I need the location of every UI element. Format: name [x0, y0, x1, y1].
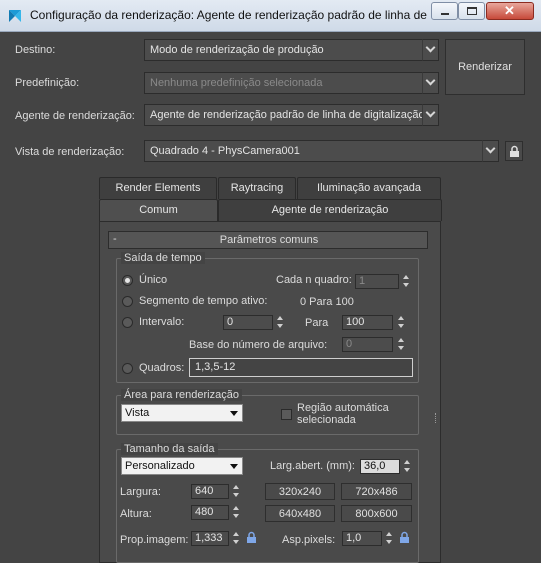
vista-dropdown-button[interactable]	[482, 140, 499, 162]
vista-lock-button[interactable]	[505, 141, 523, 161]
tamanho-title: Tamanho da saída	[121, 443, 218, 455]
intervalo-from-field[interactable]: 0	[223, 315, 273, 330]
lock-icon	[510, 145, 519, 157]
abertura-label: Larg.abert. (mm):	[270, 460, 355, 472]
asp-pixels-field[interactable]: 1,0	[342, 531, 382, 546]
largura-label: Largura:	[120, 486, 161, 498]
base-spinner[interactable]	[397, 337, 406, 352]
scroll-grip-icon[interactable]	[435, 413, 438, 423]
base-field[interactable]: 0	[342, 337, 393, 352]
chevron-down-icon	[425, 42, 436, 53]
predefinicao-dropdown-button[interactable]	[422, 72, 439, 94]
destino-label: Destino:	[15, 44, 56, 56]
3dsmax-logo-icon	[9, 10, 21, 22]
maximize-icon	[467, 7, 477, 15]
unico-label: Único	[139, 274, 168, 286]
render-button[interactable]: Renderizar	[445, 39, 525, 95]
altura-field[interactable]: 480	[191, 505, 229, 520]
chevron-down-icon	[230, 464, 238, 469]
preset-800x600-button[interactable]: 800x600	[341, 505, 412, 522]
chevron-down-icon	[230, 411, 238, 416]
segmento-range: 0 Para 100	[300, 296, 354, 308]
quadros-field[interactable]: 1,3,5-12	[189, 358, 413, 377]
segmento-label: Segmento de tempo ativo:	[139, 295, 268, 307]
prop-imagem-field[interactable]: 1,333	[191, 531, 229, 546]
abertura-spinner[interactable]	[403, 459, 412, 474]
tab-agente-de-renderizacao[interactable]: Agente de renderização	[218, 199, 442, 221]
altura-label: Altura:	[120, 508, 152, 520]
close-icon: ✕	[504, 3, 515, 18]
maximize-button[interactable]	[458, 2, 485, 20]
quadros-label: Quadros:	[139, 362, 185, 374]
chevron-down-icon	[485, 143, 496, 154]
para-label: Para	[305, 317, 329, 329]
chevron-down-icon	[425, 75, 436, 86]
rollout-parametros-comuns-header[interactable]: - Parâmetros comuns	[108, 231, 428, 249]
rollout-title: Parâmetros comuns	[219, 234, 319, 246]
intervalo-to-spinner[interactable]	[397, 315, 406, 330]
tab-iluminacao-avancada[interactable]: Iluminação avançada	[297, 177, 441, 199]
asp-pixels-label: Asp.pixels:	[282, 534, 336, 546]
regiao-automatica-checkbox[interactable]	[281, 409, 292, 420]
tab-comum[interactable]: Comum	[99, 199, 218, 221]
dialog-body: Destino: Modo de renderização de produçã…	[0, 33, 541, 563]
window-titlebar[interactable]: Configuração da renderização: Agente de …	[0, 0, 541, 32]
vista-dropdown[interactable]: Quadrado 4 - PhysCamera001	[144, 140, 484, 162]
intervalo-radio[interactable]	[122, 317, 133, 328]
preset-720x486-button[interactable]: 720x486	[341, 483, 412, 500]
prop-imagem-spinner[interactable]	[232, 531, 241, 546]
regiao-automatica-label: Região automática selecionada	[297, 402, 389, 426]
tab-raytracing[interactable]: Raytracing	[218, 177, 296, 199]
window-title: Configuração da renderização: Agente de …	[30, 8, 430, 22]
cada-n-quadro-spinner[interactable]	[402, 274, 411, 289]
altura-spinner[interactable]	[232, 505, 241, 520]
cada-n-quadro-field[interactable]: 1	[355, 274, 399, 289]
intervalo-from-spinner[interactable]	[276, 315, 285, 330]
minimize-icon	[441, 13, 449, 15]
cada-n-quadro-label: Cada n quadro:	[276, 274, 352, 286]
saida-de-tempo-title: Saída de tempo	[121, 252, 205, 264]
area-dropdown[interactable]: Vista	[121, 404, 243, 422]
predefinicao-dropdown[interactable]: Nenhuma predefinição selecionada	[144, 72, 424, 94]
chevron-down-icon	[425, 107, 436, 118]
intervalo-label: Intervalo:	[139, 316, 185, 328]
asp-pixels-spinner[interactable]	[385, 531, 394, 546]
agente-dropdown[interactable]: Agente de renderização padrão de linha d…	[144, 104, 424, 126]
area-title: Área para renderização	[121, 389, 242, 401]
intervalo-to-field[interactable]: 100	[342, 315, 393, 330]
agente-dropdown-button[interactable]	[422, 104, 439, 126]
minimize-button[interactable]	[431, 2, 458, 20]
predefinicao-label: Predefinição:	[15, 77, 80, 89]
destino-dropdown-button[interactable]	[422, 39, 439, 61]
unico-radio[interactable]	[122, 275, 133, 286]
tamanho-preset-value: Personalizado	[125, 460, 195, 472]
agente-label: Agente de renderização:	[15, 110, 135, 122]
preset-640x480-button[interactable]: 640x480	[265, 505, 335, 522]
tab-render-elements[interactable]: Render Elements	[99, 177, 217, 199]
largura-spinner[interactable]	[232, 484, 241, 499]
destino-dropdown[interactable]: Modo de renderização de produção	[144, 39, 424, 61]
close-button[interactable]: ✕	[486, 2, 534, 20]
base-label: Base do número de arquivo:	[189, 339, 328, 351]
preset-320x240-button[interactable]: 320x240	[265, 483, 335, 500]
tamanho-preset-dropdown[interactable]: Personalizado	[121, 457, 243, 475]
quadros-radio[interactable]	[122, 363, 133, 374]
lock-icon[interactable]	[399, 531, 410, 544]
lock-icon[interactable]	[246, 531, 257, 544]
abertura-field[interactable]: 36,0	[360, 459, 400, 474]
prop-imagem-label: Prop.imagem:	[120, 534, 189, 546]
vista-label: Vista de renderização:	[15, 146, 125, 158]
largura-field[interactable]: 640	[191, 484, 229, 499]
segmento-radio[interactable]	[122, 296, 133, 307]
area-dropdown-value: Vista	[125, 407, 150, 419]
